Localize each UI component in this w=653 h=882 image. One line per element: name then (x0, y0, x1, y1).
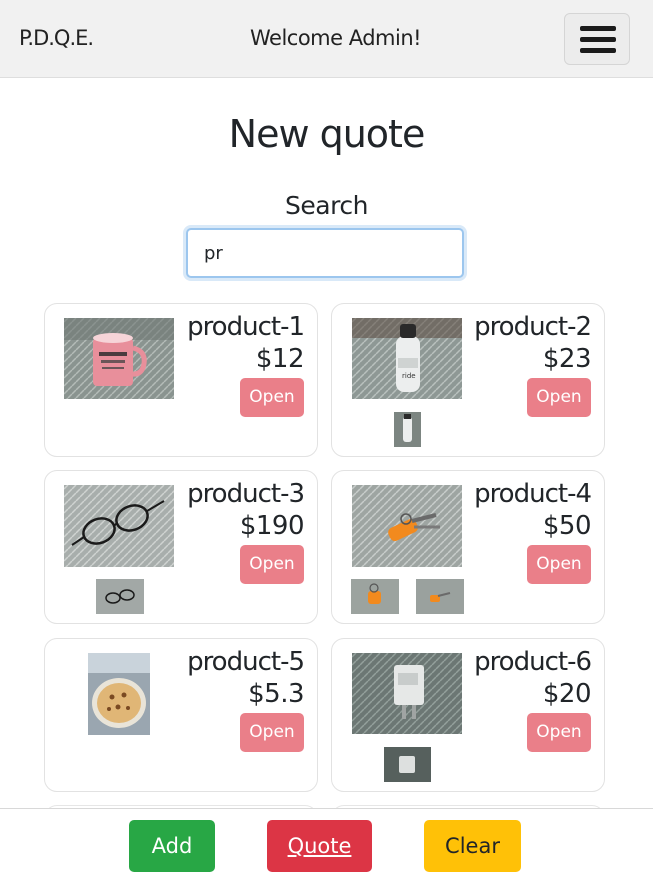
svg-text:ride: ride (402, 372, 416, 380)
product-photo (64, 318, 174, 399)
bottom-action-bar: Add Quote Clear (0, 808, 653, 882)
open-button[interactable]: Open (527, 713, 591, 752)
product-thumbnail[interactable] (384, 747, 431, 782)
product-price: $190 (239, 511, 305, 541)
product-thumbnail[interactable] (394, 412, 421, 447)
product-thumbnail[interactable] (416, 579, 464, 614)
search-input[interactable] (186, 228, 464, 278)
welcome-message: Welcome Admin! (250, 26, 422, 50)
product-thumbnail[interactable] (96, 579, 144, 614)
product-name: product-2 (474, 312, 592, 342)
product-card: product-3 $190 Open (44, 470, 318, 624)
product-photo (352, 653, 462, 734)
brand-logo[interactable]: P.D.Q.E. (19, 26, 94, 50)
product-price: $20 (542, 679, 592, 709)
product-name: product-4 (474, 479, 592, 509)
product-price: $5.3 (248, 679, 304, 709)
product-photo: ride (352, 318, 462, 399)
product-name: product-5 (187, 647, 305, 677)
product-card: product-4 $50 Open (331, 470, 605, 624)
product-card: product-6 $20 Open (331, 638, 605, 792)
open-button[interactable]: Open (240, 545, 304, 584)
product-name: product-1 (187, 312, 305, 342)
menu-toggle-button[interactable] (564, 13, 630, 65)
product-price: $12 (255, 344, 305, 374)
quote-button[interactable]: Quote (267, 820, 372, 872)
clear-button[interactable]: Clear (424, 820, 521, 872)
open-button[interactable]: Open (527, 378, 591, 417)
product-card: ride product-2 $23 Open (331, 303, 605, 457)
product-thumbnail[interactable] (351, 579, 399, 614)
navbar: P.D.Q.E. Welcome Admin! (0, 0, 653, 78)
open-button[interactable]: Open (527, 545, 591, 584)
search-label: Search (285, 191, 368, 220)
product-name: product-6 (474, 647, 592, 677)
open-button[interactable]: Open (240, 378, 304, 417)
add-button[interactable]: Add (129, 820, 215, 872)
product-price: $23 (542, 344, 592, 374)
product-price: $50 (542, 511, 592, 541)
product-photo (64, 485, 174, 567)
product-name: product-3 (187, 479, 305, 509)
product-card: product-1 $12 Open (44, 303, 318, 457)
product-card: product-5 $5.3 Open (44, 638, 318, 792)
product-photo (352, 485, 462, 567)
open-button[interactable]: Open (240, 713, 304, 752)
product-photo (88, 653, 150, 735)
page-title: New quote (228, 112, 426, 156)
